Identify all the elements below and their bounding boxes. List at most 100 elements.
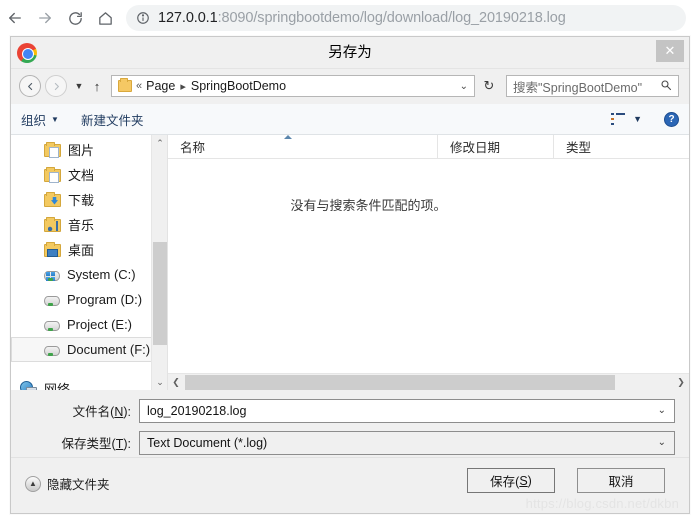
- savetype-select[interactable]: Text Document (*.log) ⌄: [139, 430, 675, 455]
- nav-item-project-e[interactable]: Project (E:): [11, 312, 167, 337]
- navigation-scrollbar[interactable]: ⌃ ⌄: [151, 135, 167, 390]
- chevron-down-icon: ▼: [633, 114, 642, 124]
- breadcrumb-item-page[interactable]: Page: [146, 79, 175, 93]
- column-label: 名称: [180, 141, 206, 155]
- breadcrumb-item-current[interactable]: SpringBootDemo: [191, 79, 286, 93]
- column-label: 修改日期: [450, 141, 501, 155]
- column-label: 类型: [566, 141, 592, 155]
- chevron-down-icon[interactable]: ⌄: [658, 437, 670, 448]
- scroll-left-icon[interactable]: ❮: [168, 374, 184, 391]
- nav-back-button[interactable]: [19, 75, 41, 97]
- save-label-key: S: [519, 473, 528, 488]
- change-view-button[interactable]: ▼: [611, 113, 642, 125]
- drive-icon: [44, 321, 60, 331]
- system-drive-icon: [44, 271, 60, 281]
- breadcrumb-separator-icon: ▸: [180, 80, 186, 93]
- savetype-row: 保存类型(T): Text Document (*.log) ⌄: [11, 430, 689, 455]
- nav-item-downloads[interactable]: 下载: [11, 187, 167, 212]
- scroll-down-icon[interactable]: ⌄: [152, 374, 167, 390]
- home-button[interactable]: [90, 3, 120, 33]
- reload-icon: [68, 11, 82, 25]
- dialog-title: 另存为: [328, 45, 372, 61]
- site-info-icon[interactable]: [136, 11, 150, 25]
- nav-item-label: Project (E:): [67, 317, 133, 332]
- back-button[interactable]: [0, 3, 30, 33]
- nav-item-document-f[interactable]: Document (F:): [11, 337, 167, 362]
- network-icon: [20, 381, 37, 390]
- nav-item-music[interactable]: 音乐: [11, 212, 167, 237]
- nav-item-label: 下载: [68, 193, 95, 208]
- navigation-pane: 图片 文档 下载 音乐 桌面 System (C:) Program (D:) …: [11, 135, 167, 390]
- url-host: 127.0.0.1: [158, 10, 218, 26]
- nav-item-network[interactable]: 网络: [11, 376, 167, 390]
- file-list-horizontal-scrollbar[interactable]: ❮ ❯: [168, 373, 689, 390]
- nav-item-program-d[interactable]: Program (D:): [11, 287, 167, 312]
- url-text: 127.0.0.1:8090/springbootdemo/log/downlo…: [158, 10, 566, 26]
- column-header-type[interactable]: 类型: [554, 135, 689, 159]
- organize-label: 组织: [21, 113, 47, 128]
- folder-music-icon: [44, 216, 61, 232]
- filename-label-post: ):: [123, 405, 131, 419]
- home-icon: [98, 11, 112, 25]
- collapse-up-icon: ▲: [25, 475, 41, 492]
- nav-forward-button[interactable]: [45, 75, 67, 97]
- folder-downloads-icon: [44, 191, 61, 207]
- up-one-level-button[interactable]: ↑: [89, 75, 105, 97]
- omnibox[interactable]: 127.0.0.1:8090/springbootdemo/log/downlo…: [126, 5, 686, 31]
- new-folder-button[interactable]: 新建文件夹: [81, 110, 144, 129]
- sort-ascending-icon: [284, 134, 292, 139]
- navigation-list: 图片 文档 下载 音乐 桌面 System (C:) Program (D:) …: [11, 135, 167, 390]
- breadcrumb-bar[interactable]: « Page ▸ SpringBootDemo ⌄: [111, 75, 475, 97]
- refresh-button[interactable]: ↻: [478, 75, 500, 97]
- nav-item-documents[interactable]: 文档: [11, 162, 167, 187]
- organize-menu-button[interactable]: 组织 ▼: [21, 110, 59, 129]
- hide-folders-button[interactable]: ▲ 隐藏文件夹: [25, 474, 110, 493]
- scroll-right-icon[interactable]: ❯: [673, 374, 689, 391]
- help-button[interactable]: ?: [664, 111, 679, 127]
- forward-button[interactable]: [30, 3, 60, 33]
- drive-icon: [44, 346, 60, 356]
- savetype-label-pre: 保存类型(: [61, 437, 116, 451]
- dialog-main-panes: 图片 文档 下载 音乐 桌面 System (C:) Program (D:) …: [11, 134, 689, 390]
- command-bar: 组织 ▼ 新建文件夹 ▼ ?: [11, 104, 689, 135]
- breadcrumb-dropdown-icon[interactable]: ⌄: [460, 81, 470, 92]
- savetype-label-post: ):: [123, 437, 131, 451]
- filename-label: 文件名(N):: [11, 401, 139, 420]
- url-path: :8090/springbootdemo/log/download/log_20…: [217, 10, 566, 26]
- reload-button[interactable]: [60, 3, 90, 33]
- save-label-pre: 保存(: [490, 475, 520, 489]
- nav-item-label: Document (F:): [67, 342, 151, 357]
- chevron-down-icon[interactable]: ⌄: [658, 405, 670, 416]
- save-label-post: ): [527, 473, 532, 488]
- folder-icon: [118, 78, 132, 92]
- nav-item-label: 音乐: [68, 218, 95, 233]
- file-list-header: 名称 修改日期 类型: [168, 134, 689, 159]
- nav-item-pictures[interactable]: 图片: [11, 137, 167, 162]
- scrollbar-thumb[interactable]: [185, 374, 615, 390]
- nav-item-label: 图片: [68, 143, 95, 158]
- nav-item-label: Program (D:): [67, 292, 143, 307]
- save-as-dialog: 另存为 ✕ ▼ ↑ « Page ▸ SpringBootDemo ⌄ ↻ 搜索…: [10, 36, 690, 514]
- search-input[interactable]: 搜索"SpringBootDemo": [506, 75, 679, 97]
- filename-input[interactable]: log_20190218.log ⌄: [139, 398, 675, 423]
- column-header-date-modified[interactable]: 修改日期: [438, 134, 554, 159]
- column-header-name[interactable]: 名称: [168, 134, 438, 159]
- nav-item-label: 文档: [68, 168, 95, 183]
- nav-item-label: System (C:): [67, 267, 136, 282]
- folder-documents-icon: [44, 166, 61, 183]
- breadcrumb-overflow-chevrons[interactable]: «: [136, 80, 142, 92]
- file-list-pane: 名称 修改日期 类型 没有与搜索条件匹配的项。 ❮ ❯: [168, 134, 689, 390]
- scrollbar-thumb[interactable]: [153, 242, 167, 345]
- save-button[interactable]: 保存(S): [467, 468, 555, 493]
- scroll-up-icon[interactable]: ⌃: [152, 135, 167, 151]
- filename-value: log_20190218.log: [147, 403, 247, 418]
- close-button[interactable]: ✕: [656, 40, 684, 62]
- address-bar-row: ▼ ↑ « Page ▸ SpringBootDemo ⌄ ↻ 搜索"Sprin…: [11, 69, 689, 103]
- filename-row: 文件名(N): log_20190218.log ⌄: [11, 398, 689, 423]
- browser-toolbar: 127.0.0.1:8090/springbootdemo/log/downlo…: [0, 0, 700, 36]
- recent-locations-button[interactable]: ▼: [71, 75, 87, 97]
- cancel-button[interactable]: 取消: [577, 468, 665, 493]
- nav-item-system-c[interactable]: System (C:): [11, 262, 167, 287]
- drive-icon: [44, 296, 60, 306]
- nav-item-desktop[interactable]: 桌面: [11, 237, 167, 262]
